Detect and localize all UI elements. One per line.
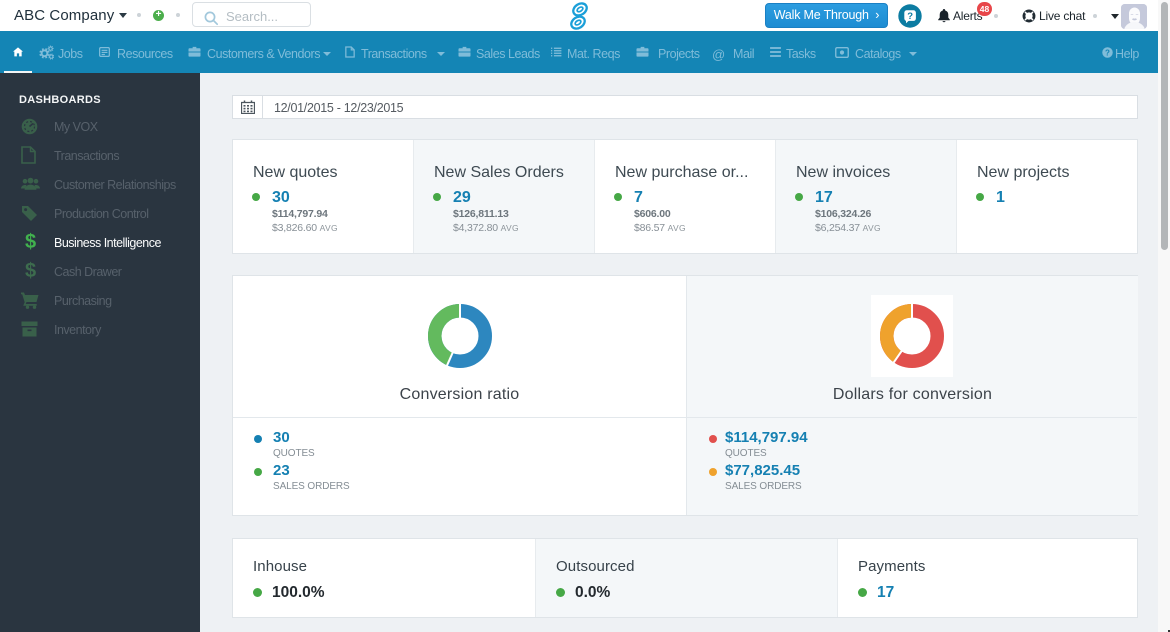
svg-text:?: ?: [907, 11, 913, 22]
svg-text:?: ?: [1105, 48, 1110, 57]
